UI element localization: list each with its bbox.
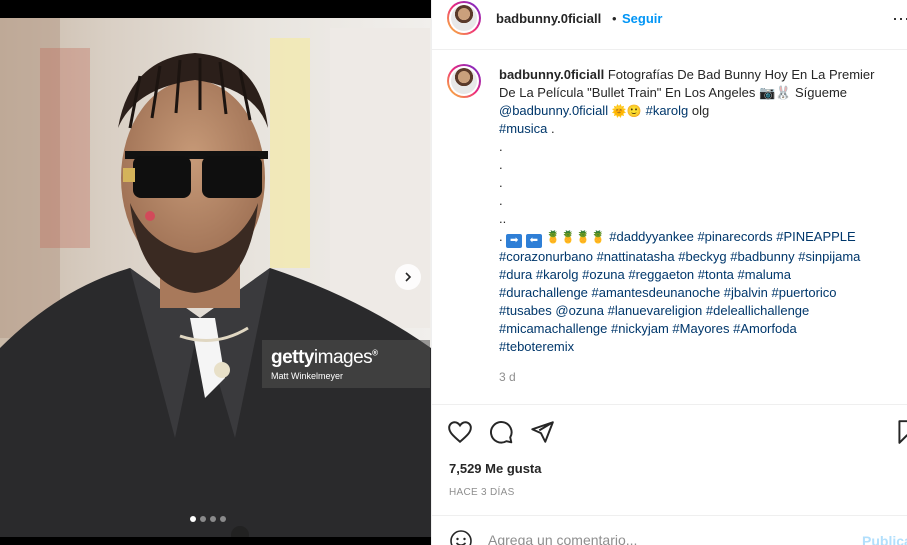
- hashtag-link[interactable]: #corazonurbano #nattinatasha #beckyg #ba…: [499, 248, 899, 266]
- getty-credit: Matt Winkelmeyer: [271, 371, 344, 381]
- heart-icon[interactable]: [447, 419, 473, 445]
- bookmark-icon[interactable]: [894, 419, 907, 445]
- carousel-dot: [200, 516, 206, 522]
- arrow-left-icon: ⬅: [525, 234, 542, 248]
- caption-dot: .: [499, 139, 503, 154]
- image-bottom-border: [0, 537, 431, 545]
- caption-text: .: [499, 229, 507, 244]
- mention-link[interactable]: @badbunny.0ficiall: [499, 103, 608, 118]
- next-image-button[interactable]: [395, 264, 421, 290]
- image-top-border: [0, 0, 431, 18]
- post-caption: badbunny.0ficiall Fotografías De Bad Bun…: [499, 66, 899, 356]
- comment-bar: Publicar: [432, 515, 907, 545]
- hashtag-link[interactable]: #teboteremix: [499, 338, 899, 356]
- action-bar: [432, 404, 907, 456]
- post-header: badbunny.0ficiall • Seguir ⋯: [432, 0, 907, 50]
- carousel-dot: [220, 516, 226, 522]
- caption-text: Fotografías De Bad Bunny Hoy En La Premi…: [604, 67, 875, 82]
- caption-dot: .: [499, 175, 503, 190]
- caption-username[interactable]: badbunny.0ficiall: [499, 67, 604, 82]
- hashtag-link[interactable]: #musica: [499, 121, 547, 136]
- getty-brand: gettyimages®: [271, 347, 378, 368]
- caption-dot: .: [499, 157, 503, 172]
- post-image-panel: gettyimages® Matt Winkelmeyer: [0, 0, 431, 545]
- post-photo[interactable]: [0, 18, 431, 537]
- caption-age: 3 d: [499, 370, 516, 384]
- arrow-right-icon: ➡: [506, 234, 523, 248]
- separator-dot: •: [612, 11, 617, 26]
- caption-avatar[interactable]: [447, 64, 481, 98]
- hashtag-link[interactable]: #tusabes @ozuna #lanuevareligion #deleal…: [499, 302, 899, 320]
- avatar[interactable]: [447, 1, 481, 35]
- carousel-indicator: [190, 516, 226, 522]
- post-timestamp: HACE 3 DÍAS: [449, 487, 515, 498]
- emoji-text: 🌞🙂: [608, 104, 646, 118]
- comment-input[interactable]: [488, 532, 838, 545]
- share-icon[interactable]: [529, 419, 555, 445]
- chevron-right-icon: [405, 272, 412, 282]
- hashtag-link[interactable]: #micamachallenge #nickyjam #Mayores #Amo…: [499, 320, 899, 338]
- caption-dot: .: [499, 193, 503, 208]
- hashtag-link[interactable]: #dura #karolg #ozuna #reggaeton #tonta #…: [499, 266, 899, 284]
- emoji-icon[interactable]: [449, 529, 473, 545]
- carousel-dot: [190, 516, 196, 522]
- hashtag-link[interactable]: #daddyyankee #pinarecords #PINEAPPLE: [609, 229, 855, 244]
- hashtag-link[interactable]: #karolg: [646, 103, 689, 118]
- caption-dot: ..: [499, 211, 507, 226]
- carousel-dot: [210, 516, 216, 522]
- likes-count[interactable]: 7,529 Me gusta: [449, 461, 542, 476]
- follow-button[interactable]: Seguir: [622, 11, 662, 26]
- post-details-panel: badbunny.0ficiall • Seguir ⋯ badbunny.0f…: [431, 0, 907, 545]
- more-options-icon[interactable]: ⋯: [892, 9, 907, 30]
- hashtag-link[interactable]: #durachallenge #amantesdeunanoche #jbalv…: [499, 284, 899, 302]
- caption-line: De La Película "Bullet Train" En Los Ang…: [499, 85, 848, 100]
- comment-icon[interactable]: [488, 419, 514, 445]
- pineapple-emoji: 🍍🍍🍍🍍: [541, 230, 610, 244]
- getty-watermark: gettyimages® Matt Winkelmeyer: [262, 340, 430, 388]
- caption-text: olg: [688, 103, 710, 118]
- header-username[interactable]: badbunny.0ficiall: [496, 11, 601, 26]
- publish-button[interactable]: Publicar: [862, 533, 907, 545]
- caption-text: .: [547, 121, 555, 136]
